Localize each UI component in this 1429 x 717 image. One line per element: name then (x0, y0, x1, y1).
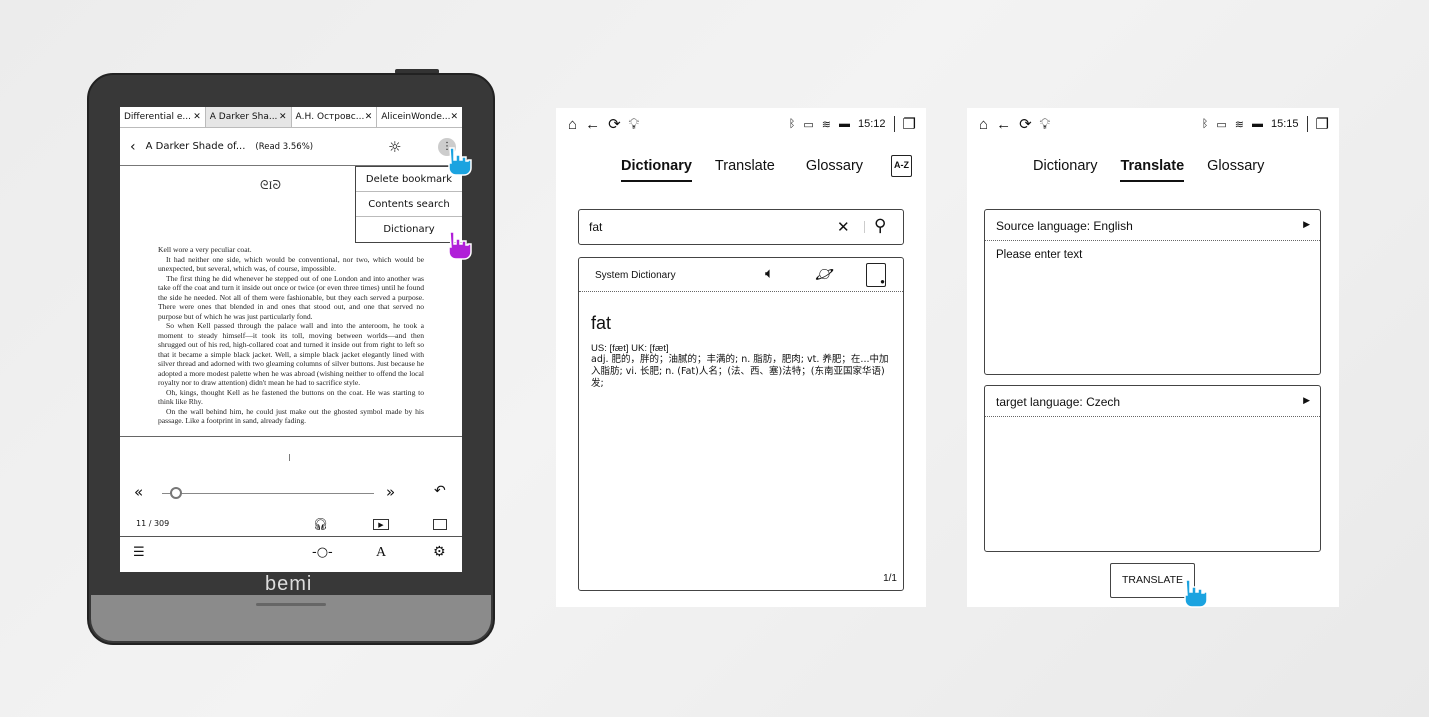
refresh-icon[interactable]: ⟳ (608, 117, 621, 132)
close-icon[interactable]: ✕ (451, 112, 459, 122)
dictionary-screen: ⌂ ← ⟳ 💡︎ ᛒ ▭ ≋ ▬ 15:12 ❐ Dictionary Tran… (556, 108, 926, 607)
target-box: target language: Czech ▶ (984, 385, 1321, 552)
reader-screen: Differential e... ✕ A Darker Sha... ✕ А.Н.… (120, 107, 462, 572)
home-icon[interactable]: ⌂ (979, 117, 988, 132)
message-icon: ▭ (803, 118, 814, 131)
close-icon[interactable]: ✕ (279, 112, 287, 122)
read-progress: (Read 3.56%) (255, 141, 314, 152)
paragraph: Kell wore a very peculiar coat. (158, 245, 252, 254)
wifi-icon: ≋ (821, 118, 832, 131)
search-field[interactable]: fat ✕ ⚲ (578, 209, 904, 245)
frontlight-icon[interactable]: 💡︎ (1040, 117, 1051, 132)
reader-header: ‹ A Darker Shade of... (Read 3.56%) ☼ ⋮ (120, 128, 462, 166)
toc-icon[interactable]: ☰ (133, 545, 145, 560)
bluetooth-icon: ᛒ (1201, 118, 1209, 130)
page-marker: I (288, 453, 291, 464)
settings-icon[interactable]: ⚙ (433, 544, 446, 560)
book-tab[interactable]: AliceinWonde... ✕ (377, 107, 462, 127)
source-language-select[interactable]: Source language: English ▶ (985, 210, 1320, 241)
tap-hand-icon (448, 147, 472, 176)
back-arrow-icon[interactable]: ← (585, 117, 600, 132)
tab-glossary[interactable]: Glossary (806, 158, 863, 182)
page-indicator: 11 / 309 (136, 519, 170, 528)
paragraph: It had neither one side, which would be … (158, 254, 424, 274)
chapter-ornament: ᘓIᘐ (260, 178, 281, 192)
paragraph: The first thing he did whenever he stepp… (158, 273, 424, 321)
status-bar: ⌂ ← ⟳ 💡︎ ᛒ ▭ ≋ ▬ 15:12 ❐ (568, 116, 916, 132)
divider (120, 536, 462, 537)
source-text-input[interactable]: Please enter text (985, 241, 1320, 371)
message-icon: ▭ (1216, 118, 1227, 131)
close-icon[interactable]: ✕ (193, 112, 201, 122)
remove-dictionary-icon[interactable]: ● (866, 263, 886, 287)
slideshow-icon[interactable]: ▶ (373, 519, 389, 530)
clear-icon[interactable]: ✕ (837, 218, 850, 236)
dictionary-header: System Dictionary 🔈︎ 🪐︎ ● (579, 258, 903, 292)
bluetooth-icon: ᛒ (788, 118, 796, 130)
paragraph: On the wall behind him, he could just ma… (158, 406, 424, 426)
target-language-select[interactable]: target language: Czech ▶ (985, 386, 1320, 417)
tab-translate[interactable]: Translate (715, 158, 775, 182)
headphones-icon[interactable]: 🎧︎ (313, 517, 328, 531)
search-icon[interactable]: ⚲ (874, 216, 886, 236)
undo-icon[interactable]: ↶ (434, 483, 446, 499)
prev-chapter-icon[interactable]: « (134, 483, 143, 501)
definition-text: adj. 肥的，胖的；油腻的；丰满的; n. 脂肪，肥肉; vt. 养肥；在..… (591, 354, 889, 389)
caret-right-icon: ▶ (1303, 219, 1310, 229)
tab-dictionary[interactable]: Dictionary (621, 158, 692, 182)
reader-bottom-panel: I « » ↶ 11 / 309 🎧︎ ▶ ☰ -○- A ⚙ (120, 436, 462, 572)
home-icon[interactable]: ⌂ (568, 117, 577, 132)
battery-icon: ▬ (839, 118, 851, 130)
tap-hand-icon (1184, 579, 1208, 608)
panel-tabs: Dictionary Translate Glossary (621, 158, 863, 182)
definition-card: System Dictionary 🔈︎ 🪐︎ ● fat US: [fæt] … (578, 257, 904, 591)
progress-icon[interactable]: -○- (312, 545, 333, 560)
tab-translate[interactable]: Translate (1120, 158, 1185, 182)
speaker-icon[interactable]: 🔈︎ (765, 265, 774, 282)
page-turn-icon[interactable] (433, 519, 447, 530)
source-box: Source language: English ▶ Please enter … (984, 209, 1321, 375)
page-slider[interactable] (162, 487, 374, 499)
tab-glossary[interactable]: Glossary (1207, 158, 1264, 182)
frontlight-icon[interactable]: 💡︎ (629, 117, 640, 132)
az-icon[interactable]: A-Z (891, 155, 912, 177)
panel-tabs: Dictionary Translate Glossary (1033, 158, 1264, 182)
brand-logo: bemi (265, 573, 313, 595)
close-icon[interactable]: ✕ (365, 112, 373, 122)
book-tabs: Differential e... ✕ A Darker Sha... ✕ А.Н.… (120, 107, 462, 128)
book-tab[interactable]: Differential e... ✕ (120, 107, 206, 127)
tab-dictionary[interactable]: Dictionary (1033, 158, 1097, 182)
pronunciation: US: [fæt] UK: [fæt] (591, 343, 669, 354)
planet-icon[interactable]: 🪐︎ (815, 265, 834, 283)
status-bar: ⌂ ← ⟳ 💡︎ ᛒ ▭ ≋ ▬ 15:15 ❐ (979, 116, 1329, 132)
slider-handle[interactable] (169, 487, 182, 499)
book-tab[interactable]: A Darker Sha... ✕ (205, 107, 292, 127)
next-chapter-icon[interactable]: » (386, 483, 395, 501)
caret-right-icon: ▶ (1303, 395, 1310, 405)
brightness-icon[interactable]: ☼ (388, 138, 401, 156)
wifi-icon: ≋ (1234, 118, 1245, 131)
paragraph: Oh, kings, thought Kell as he fastened t… (158, 387, 424, 407)
book-tab[interactable]: А.Н. Островс... ✕ (292, 107, 378, 127)
translate-screen: ⌂ ← ⟳ 💡︎ ᛒ ▭ ≋ ▬ 15:15 ❐ Dictionary Tran… (967, 108, 1339, 607)
dictionary-source[interactable]: System Dictionary (595, 270, 676, 281)
back-arrow-icon[interactable]: ← (996, 117, 1011, 132)
book-title: A Darker Shade of... (145, 141, 246, 152)
clock: 15:12 (858, 118, 886, 130)
clock: 15:15 (1271, 118, 1299, 130)
paragraph: So when Kell passed through the palace w… (158, 321, 424, 387)
tap-hand-icon (448, 231, 472, 260)
multitask-icon[interactable]: ❐ (1316, 117, 1329, 132)
back-icon[interactable]: ‹ (130, 139, 136, 155)
battery-icon: ▬ (1252, 118, 1264, 130)
headword: fat (591, 313, 612, 333)
menu-item-contents-search[interactable]: Contents search (356, 192, 462, 217)
multitask-icon[interactable]: ❐ (903, 117, 916, 132)
refresh-icon[interactable]: ⟳ (1019, 117, 1032, 132)
book-text: Kell wore a very peculiar coat. It had n… (158, 245, 424, 426)
page-number: 1/1 (883, 573, 897, 584)
font-icon[interactable]: A (376, 545, 386, 561)
search-input[interactable]: fat (589, 220, 602, 234)
translation-output (985, 417, 1320, 547)
